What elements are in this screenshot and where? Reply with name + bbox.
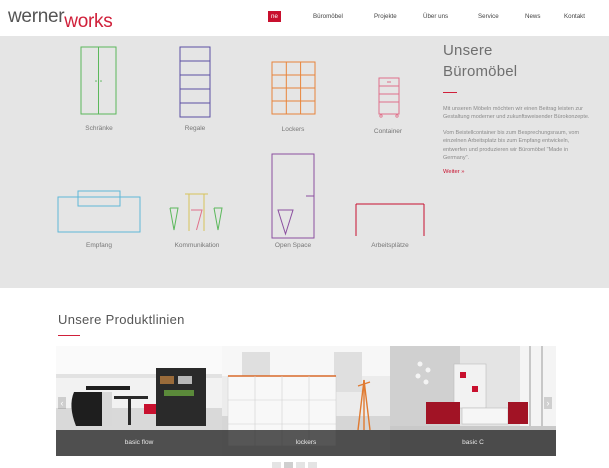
chevron-right-icon: › xyxy=(546,398,550,408)
category-label: Open Space xyxy=(274,242,312,249)
product-card-lockers[interactable]: lockers xyxy=(222,346,390,456)
open-space-icon xyxy=(271,153,315,239)
nav-item-service[interactable]: Service xyxy=(478,13,499,20)
furniture-intro: Unsere Büromöbel Mit unseren Möbeln möch… xyxy=(443,40,593,175)
carousel-dot-4[interactable] xyxy=(308,462,317,468)
nav-item-ueber-uns[interactable]: Über uns xyxy=(423,13,448,20)
carousel-dot-1[interactable] xyxy=(272,462,281,468)
reception-icon xyxy=(57,190,141,233)
category-schraenke[interactable]: Schränke xyxy=(66,44,132,144)
category-lockers[interactable]: Lockers xyxy=(260,44,326,144)
chevron-left-icon: ‹ xyxy=(60,398,64,408)
category-label: Schränke xyxy=(85,125,113,132)
category-arbeitsplaetze[interactable]: Arbeitsplätze xyxy=(352,196,428,256)
product-card-caption: basic flow xyxy=(56,430,222,456)
product-lines-divider xyxy=(58,335,80,336)
category-regale[interactable]: Regale xyxy=(162,44,228,144)
furniture-section: Schränke Regale Lockers Container Empfan… xyxy=(0,36,609,288)
carousel-dot-2[interactable] xyxy=(284,462,293,468)
category-label: Lockers xyxy=(281,126,305,133)
title-divider xyxy=(443,92,457,93)
category-label: Empfang xyxy=(85,242,113,249)
carousel-prev-button[interactable]: ‹ xyxy=(58,397,66,409)
product-card-basic-flow[interactable]: basic flow xyxy=(56,346,222,456)
nav-item-home[interactable]: ne xyxy=(268,11,281,22)
section-title: Unsere Büromöbel xyxy=(443,40,593,82)
more-link[interactable]: Weiter » xyxy=(443,169,593,175)
product-lines-carousel: basic flow lockers basic C xyxy=(56,346,556,456)
nav-item-projekte[interactable]: Projekte xyxy=(374,13,397,20)
category-label: Arbeitsplätze xyxy=(371,242,409,249)
cabinet-icon xyxy=(80,46,117,115)
category-label: Kommunikation xyxy=(174,242,220,249)
section-title-line2: Büromöbel xyxy=(443,63,518,80)
product-card-caption: lockers xyxy=(222,430,390,456)
nav-item-kontakt[interactable]: Kontakt xyxy=(564,13,585,20)
container-icon xyxy=(378,77,400,118)
intro-paragraph-1: Mit unseren Möbeln möchten wir einen Bei… xyxy=(443,106,590,121)
site-header: wernerworks ne Büromöbel Projekte Über u… xyxy=(0,0,609,36)
category-kommunikation[interactable]: Kommunikation xyxy=(160,186,234,256)
workstation-icon xyxy=(355,203,425,236)
nav-item-news[interactable]: News xyxy=(525,13,540,20)
intro-paragraph-2: Vom Beistellcontainer bis zum Besprechun… xyxy=(443,129,580,162)
category-label: Container xyxy=(373,128,403,135)
section-title-line1: Unsere xyxy=(443,42,493,59)
shelf-icon xyxy=(179,46,211,118)
category-label: Regale xyxy=(184,125,206,132)
logo-text-works: works xyxy=(64,11,113,32)
carousel-next-button[interactable]: › xyxy=(544,397,552,409)
nav-item-bueromoebel[interactable]: Büromöbel xyxy=(313,13,343,20)
logo[interactable]: wernerworks xyxy=(8,6,113,32)
category-open-space[interactable]: Open Space xyxy=(260,152,326,256)
logo-text-werner: werner xyxy=(8,6,65,27)
category-empfang[interactable]: Empfang xyxy=(56,186,142,256)
product-card-basic-c[interactable]: basic C xyxy=(390,346,556,456)
category-container[interactable]: Container xyxy=(355,44,421,144)
product-card-caption: basic C xyxy=(390,430,556,456)
product-lines-title: Unsere Produktlinien xyxy=(58,312,185,327)
communication-icon xyxy=(169,193,223,231)
lockers-icon xyxy=(271,61,316,115)
carousel-dot-3[interactable] xyxy=(296,462,305,468)
